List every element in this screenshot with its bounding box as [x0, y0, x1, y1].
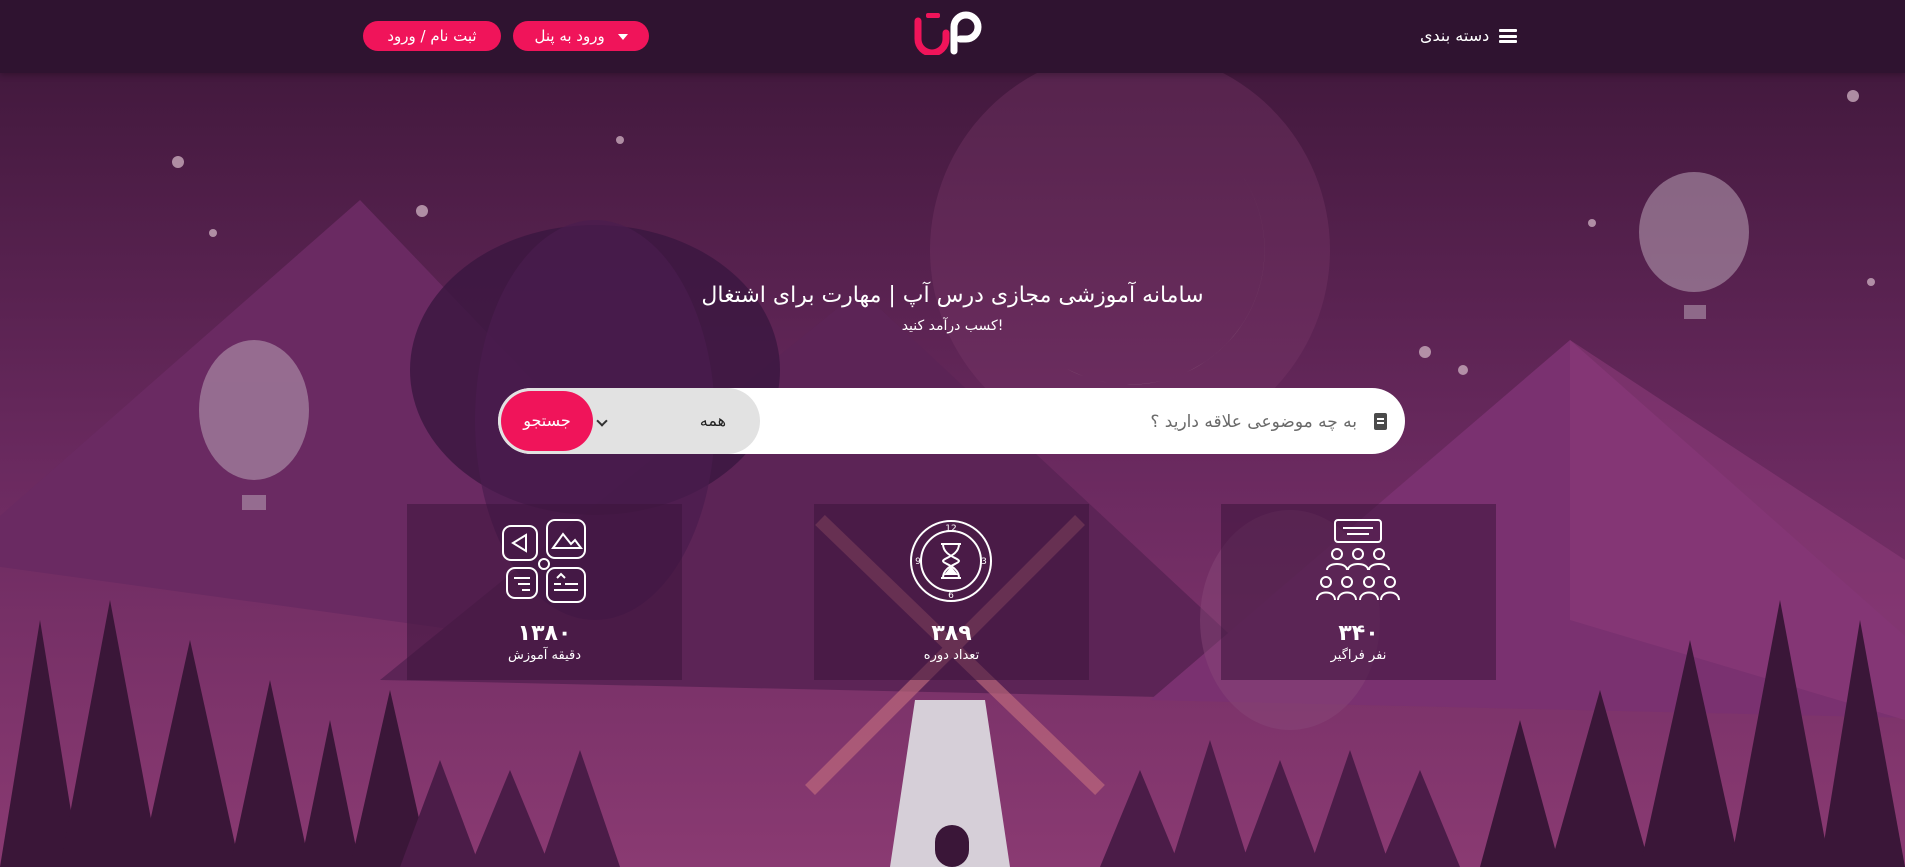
stat-label: تعداد دوره: [923, 648, 980, 663]
stat-card-learners: ۳۴۰ نفر فراگیر: [1221, 504, 1496, 680]
category-select-value: همه: [699, 411, 726, 430]
hero-subtitle: کسب درآمد کنید!: [901, 318, 1004, 334]
caret-down-icon: [617, 33, 628, 40]
svg-text:9: 9: [915, 557, 921, 567]
audience-icon: [1316, 519, 1400, 601]
categories-label: دسته بندی: [1420, 26, 1490, 45]
search-button[interactable]: جستجو: [501, 391, 593, 451]
stat-value: ۱۳۸۰: [517, 621, 572, 646]
search-bar: همه جستجو: [498, 388, 1405, 454]
stat-value: ۳۴۰: [1338, 621, 1379, 646]
svg-text:6: 6: [948, 591, 954, 601]
top-navbar: ثبت نام / ورود ورود به پنل دسته بندی: [0, 0, 1905, 73]
categories-menu[interactable]: دسته بندی: [1420, 22, 1518, 50]
book-icon: [1374, 413, 1387, 430]
stat-card-minutes: ۱۳۸۰ دقیقه آموزش: [407, 504, 682, 680]
svg-text:12: 12: [945, 524, 956, 534]
panel-login-button[interactable]: ورود به پنل: [513, 21, 649, 51]
svg-text:3: 3: [981, 557, 987, 567]
chevron-down-icon: [596, 415, 608, 427]
shapes-icon: [502, 519, 586, 603]
hamburger-menu-icon: [1499, 29, 1518, 43]
stat-card-courses: 12 6 9 3 ۳۸۹ تعداد دوره: [814, 504, 1089, 680]
category-select[interactable]: همه جستجو: [498, 388, 760, 454]
panel-login-label: ورود به پنل: [534, 27, 605, 45]
stat-value: ۳۸۹: [931, 621, 972, 646]
hourglass-clock-icon: 12 6 9 3: [910, 520, 992, 602]
search-input[interactable]: [795, 388, 1359, 454]
hero-title: سامانه آموزشی مجازی درس آپ | مهارت برای …: [701, 283, 1204, 308]
logo[interactable]: [910, 11, 992, 55]
stat-label: نفر فراگیر: [1330, 648, 1387, 663]
stat-label: دقیقه آموزش: [507, 648, 582, 663]
register-login-button[interactable]: ثبت نام / ورود: [363, 21, 501, 51]
